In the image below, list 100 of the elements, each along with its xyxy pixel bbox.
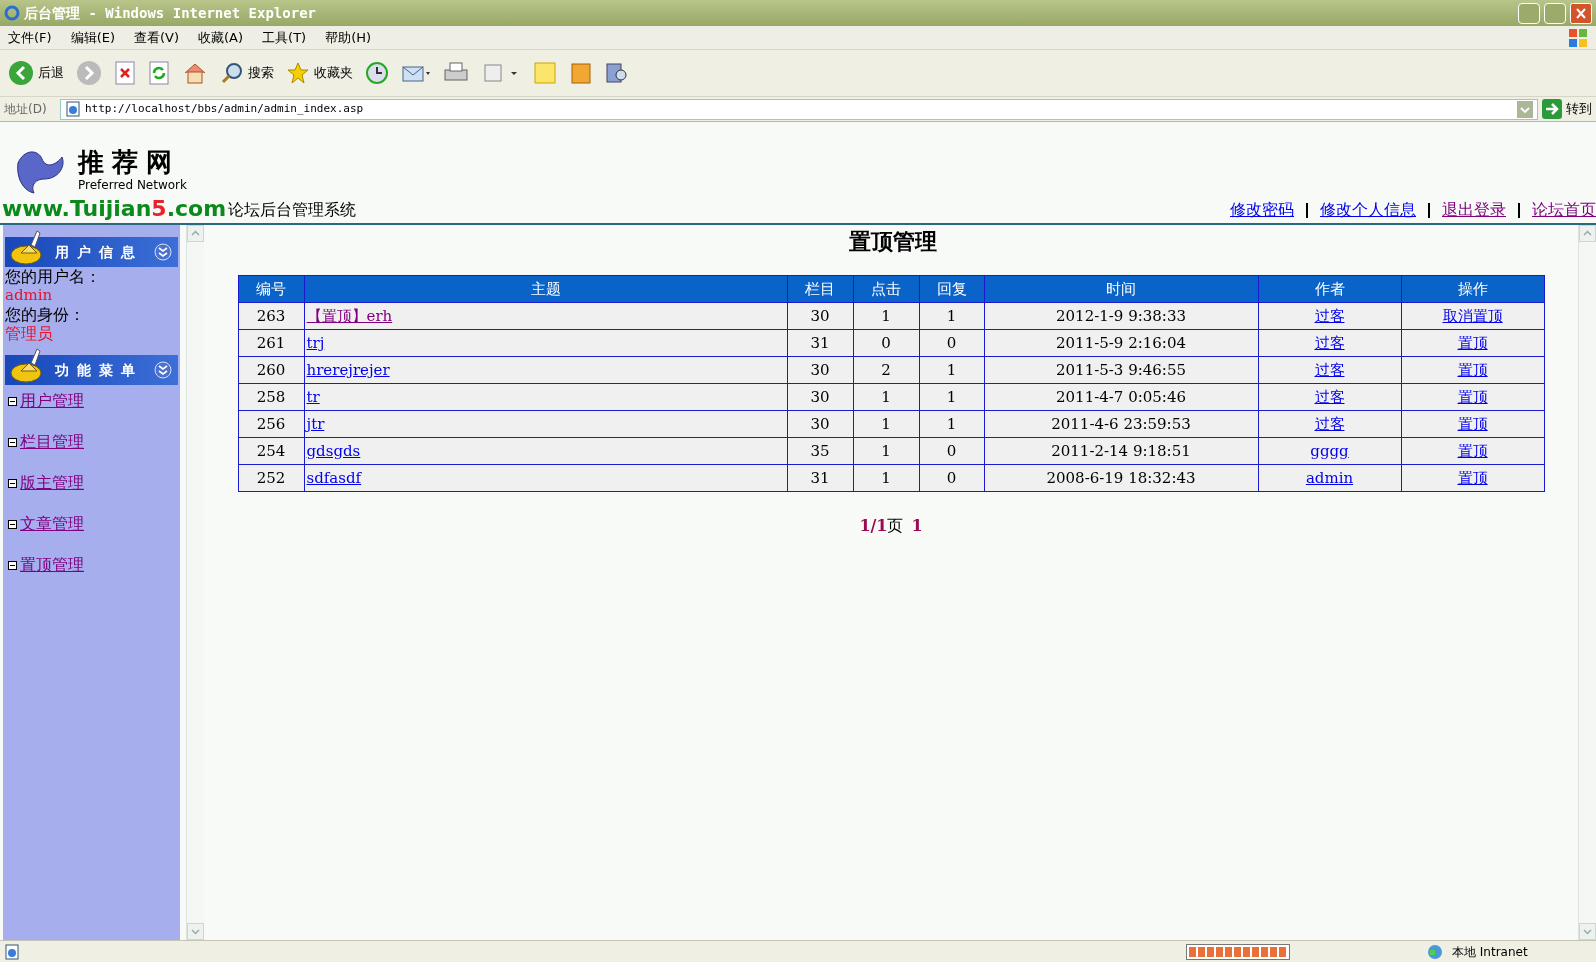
column-header: 回复 [919, 275, 984, 303]
author-link[interactable]: 过客 [1314, 306, 1345, 325]
header-link[interactable]: 论坛首页 [1532, 198, 1596, 222]
author-link[interactable]: 过客 [1314, 333, 1345, 352]
home-icon[interactable] [182, 61, 208, 85]
logo-url: www.Tuijian5.com [2, 195, 227, 223]
column-header: 编号 [238, 275, 304, 303]
globe-icon [1426, 943, 1444, 960]
header-link[interactable]: 退出登录 [1442, 198, 1506, 222]
author-link[interactable]: gggg [1310, 441, 1349, 460]
window-title: 后台管理 - Windows Internet Explorer [24, 3, 316, 23]
address-field[interactable]: http://localhost/bbs/admin/admin_index.asp [60, 98, 1538, 120]
menu-item[interactable]: 帮助(H) [325, 27, 372, 48]
table-cell: 1 [853, 437, 919, 465]
table-cell: 1 [853, 464, 919, 492]
header-link[interactable]: 修改个人信息 [1320, 198, 1416, 222]
menu-item[interactable]: 查看(V) [134, 27, 180, 48]
refresh-icon[interactable] [148, 61, 170, 85]
sidebar-link[interactable]: 置顶管理 [20, 555, 84, 575]
topic-link[interactable]: 【置顶】erh [306, 306, 393, 325]
back-button[interactable]: 后退 [8, 60, 64, 86]
scroll-down-button[interactable] [187, 923, 204, 940]
scrollbar[interactable] [186, 225, 204, 940]
action-link[interactable]: 置顶 [1457, 333, 1488, 352]
research-icon[interactable] [605, 61, 629, 85]
table-cell: 31 [787, 464, 853, 492]
logo-tagline: Preferred Network [78, 178, 187, 192]
go-arrow-icon [1542, 99, 1562, 119]
zone-label: 本地 Intranet [1452, 943, 1529, 961]
table-cell: 1 [919, 383, 984, 411]
topic-link[interactable]: hrerejrejer [306, 360, 390, 379]
go-button[interactable]: 转到 [1542, 99, 1592, 119]
action-link[interactable]: 置顶 [1457, 387, 1488, 406]
sidebar-link[interactable]: 用户管理 [20, 391, 84, 411]
note-icon[interactable] [533, 61, 557, 85]
action-link[interactable]: 置顶 [1457, 360, 1488, 379]
panel-title: 用户信息 [55, 242, 143, 262]
column-header: 主题 [304, 275, 787, 303]
header-link[interactable]: 修改密码 [1230, 198, 1294, 222]
username: admin [5, 286, 54, 305]
page-link[interactable]: 1 [911, 514, 923, 538]
scroll-down-button[interactable] [1579, 923, 1596, 940]
browser-icon [4, 5, 20, 21]
table-cell: 1 [919, 356, 984, 384]
action-link[interactable]: 置顶 [1457, 441, 1488, 460]
history-icon[interactable] [365, 61, 389, 85]
page-icon [65, 101, 81, 117]
sidebar-link[interactable]: 文章管理 [20, 514, 84, 534]
topic-link[interactable]: jtr [306, 414, 325, 433]
system-title: 论坛后台管理系统 [228, 199, 357, 221]
author-link[interactable]: 过客 [1314, 360, 1345, 379]
favorites-button[interactable]: 收藏夹 [286, 61, 353, 85]
topic-link[interactable]: sdfasdf [306, 468, 362, 487]
dropdown-button[interactable] [1517, 100, 1533, 118]
author-link[interactable]: 过客 [1314, 414, 1345, 433]
minimize-button[interactable] [1518, 2, 1540, 24]
table-cell: 35 [787, 437, 853, 465]
column-header: 操作 [1401, 275, 1544, 303]
table-cell: 1 [853, 383, 919, 411]
topic-link[interactable]: gdsgds [306, 441, 361, 460]
sidebar-link[interactable]: 版主管理 [20, 473, 84, 493]
scroll-up-button[interactable] [1579, 225, 1596, 242]
author-link[interactable]: 过客 [1314, 387, 1345, 406]
menu-item[interactable]: 工具(T) [262, 27, 307, 48]
menu-item[interactable]: 编辑(E) [70, 27, 115, 48]
windows-logo-icon [1568, 27, 1588, 48]
role-label: 您的身份： [5, 305, 86, 324]
action-link[interactable]: 置顶 [1457, 414, 1488, 433]
table-cell: 1 [853, 410, 919, 438]
star-icon [286, 61, 310, 85]
collapse-box-icon [8, 396, 17, 406]
column-header: 点击 [853, 275, 919, 303]
close-button[interactable] [1570, 2, 1592, 24]
menu-item[interactable]: 文件(F) [8, 27, 52, 48]
collapse-icon[interactable] [154, 361, 172, 379]
table-cell: 0 [919, 437, 984, 465]
action-link[interactable]: 置顶 [1457, 468, 1488, 487]
search-icon [220, 61, 244, 85]
topic-link[interactable]: tr [306, 387, 320, 406]
table-cell: 2011-4-7 0:05:46 [984, 383, 1258, 411]
table-cell: 2012-1-9 9:38:33 [984, 302, 1258, 330]
panel-title: 功能菜单 [55, 360, 143, 380]
stop-icon[interactable] [114, 61, 136, 85]
table-cell: 30 [787, 383, 853, 411]
scrollbar[interactable] [1578, 225, 1596, 940]
restore-button[interactable] [1544, 2, 1566, 24]
table-cell: 256 [238, 410, 304, 438]
menu-item[interactable]: 收藏(A) [198, 27, 244, 48]
search-button[interactable]: 搜索 [220, 61, 274, 85]
table-cell: 260 [238, 356, 304, 384]
scroll-up-button[interactable] [187, 225, 204, 242]
role: 管理员 [5, 324, 54, 343]
collapse-icon[interactable] [154, 243, 172, 261]
address-label: 地址(D) [4, 101, 48, 118]
sidebar-link[interactable]: 栏目管理 [20, 432, 84, 452]
table-cell: 1 [919, 302, 984, 330]
table-cell: 2011-5-3 9:46:55 [984, 356, 1258, 384]
table-cell: 30 [787, 302, 853, 330]
topic-link[interactable]: trj [306, 333, 325, 352]
table-cell: 263 [238, 302, 304, 330]
